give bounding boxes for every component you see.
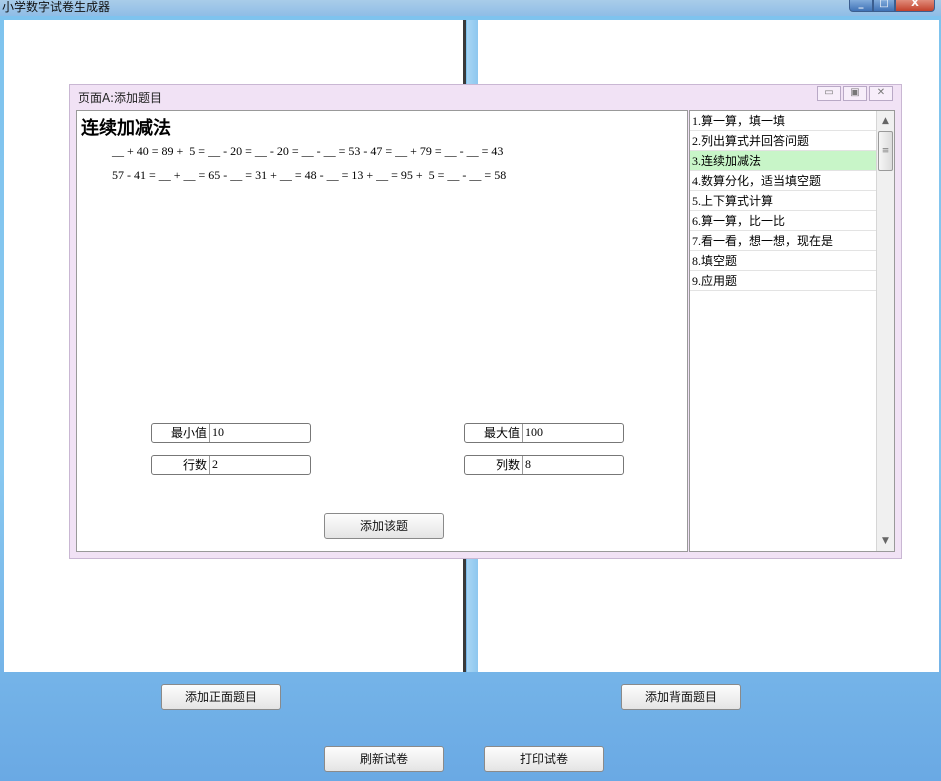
question-type-label: 填空题 — [701, 254, 738, 268]
question-type-item[interactable]: 1.算一算，填一填 — [690, 111, 876, 131]
minimize-button[interactable]: _ — [849, 0, 873, 12]
maximize-button[interactable]: □ — [873, 0, 895, 12]
window-title: 小学数字试卷生成器 — [2, 0, 111, 14]
question-type-label: 算一算，填一填 — [701, 114, 786, 128]
dialog-title: 页面A:添加题目 — [78, 91, 163, 105]
question-type-label: 算一算，比一比 — [701, 214, 786, 228]
question-type-label: 上下算式计算 — [701, 194, 774, 208]
question-type-item[interactable]: 4.数算分化，适当填空题 — [690, 171, 876, 191]
add-front-question-button[interactable]: 添加正面题目 — [161, 684, 281, 710]
question-type-label: 连续加减法 — [701, 154, 762, 168]
question-type-item[interactable]: 9.应用题 — [690, 271, 876, 291]
rows-field: 行数 2 — [151, 455, 311, 475]
list-scrollbar[interactable]: ▲ ≡ ▼ — [876, 111, 894, 551]
scroll-thumb[interactable]: ≡ — [878, 131, 893, 171]
question-type-number: 6. — [692, 214, 701, 228]
question-line: __ + 40 = 89 + 5 = __ - 20 = __ - 20 = _… — [112, 144, 504, 158]
question-type-number: 9. — [692, 274, 701, 288]
question-type-label: 看一看，想一想，现在是 — [701, 234, 834, 248]
min-value-label: 最小值 — [152, 424, 210, 442]
question-type-item[interactable]: 6.算一算，比一比 — [690, 211, 876, 231]
question-type-number: 8. — [692, 254, 701, 268]
question-type-number: 1. — [692, 114, 701, 128]
question-preview: 连续加减法 __ + 40 = 89 + 5 = __ - 20 = __ - … — [76, 110, 688, 552]
scroll-up-icon[interactable]: ▲ — [877, 113, 894, 129]
add-question-button[interactable]: 添加该题 — [324, 513, 444, 539]
dialog-minimize-button[interactable]: ▭ — [817, 86, 841, 101]
question-type-label: 应用题 — [701, 274, 738, 288]
question-type-item[interactable]: 8.填空题 — [690, 251, 876, 271]
cols-label: 列数 — [465, 456, 523, 474]
dialog-close-button[interactable]: ✕ — [869, 86, 893, 101]
cols-input[interactable]: 8 — [523, 456, 623, 474]
rows-input[interactable]: 2 — [210, 456, 310, 474]
max-value-field: 最大值 100 — [464, 423, 624, 443]
window-controls: _ □ X — [849, 0, 935, 12]
question-type-items: 1.算一算，填一填 2.列出算式并回答问题 3.连续加减法 4.数算分化，适当填空题 5… — [690, 111, 876, 291]
question-heading: 连续加减法 — [81, 118, 171, 139]
print-paper-button[interactable]: 打印试卷 — [484, 746, 604, 772]
scroll-down-icon[interactable]: ▼ — [877, 533, 894, 549]
dialog-controls: ▭ ▣ ✕ — [817, 86, 893, 101]
min-value-input[interactable]: 10 — [210, 424, 310, 442]
max-value-label: 最大值 — [465, 424, 523, 442]
question-type-number: 5. — [692, 194, 701, 208]
window-titlebar: 小学数字试卷生成器 _ □ X — [0, 0, 941, 16]
question-type-item[interactable]: 5.上下算式计算 — [690, 191, 876, 211]
question-line: 57 - 41 = __ + __ = 65 - __ = 31 + __ = … — [112, 168, 507, 182]
question-type-label: 列出算式并回答问题 — [701, 134, 810, 148]
add-back-question-button[interactable]: 添加背面题目 — [621, 684, 741, 710]
add-question-dialog: 页面A:添加题目 ▭ ▣ ✕ 连续加减法 __ + 40 = 89 + 5 = … — [69, 84, 902, 559]
question-type-item[interactable]: 3.连续加减法 — [690, 151, 876, 171]
dialog-maximize-button[interactable]: ▣ — [843, 86, 867, 101]
refresh-paper-button[interactable]: 刷新试卷 — [324, 746, 444, 772]
cols-field: 列数 8 — [464, 455, 624, 475]
question-type-list: 1.算一算，填一填 2.列出算式并回答问题 3.连续加减法 4.数算分化，适当填空题 5… — [689, 110, 895, 552]
question-type-number: 3. — [692, 154, 701, 168]
question-type-number: 2. — [692, 134, 701, 148]
min-value-field: 最小值 10 — [151, 423, 311, 443]
question-type-label: 数算分化，适当填空题 — [701, 174, 822, 188]
question-type-number: 4. — [692, 174, 701, 188]
max-value-input[interactable]: 100 — [523, 424, 623, 442]
question-type-number: 7. — [692, 234, 701, 248]
rows-label: 行数 — [152, 456, 210, 474]
question-type-item[interactable]: 7.看一看，想一想，现在是 — [690, 231, 876, 251]
close-button[interactable]: X — [895, 0, 935, 12]
question-type-item[interactable]: 2.列出算式并回答问题 — [690, 131, 876, 151]
